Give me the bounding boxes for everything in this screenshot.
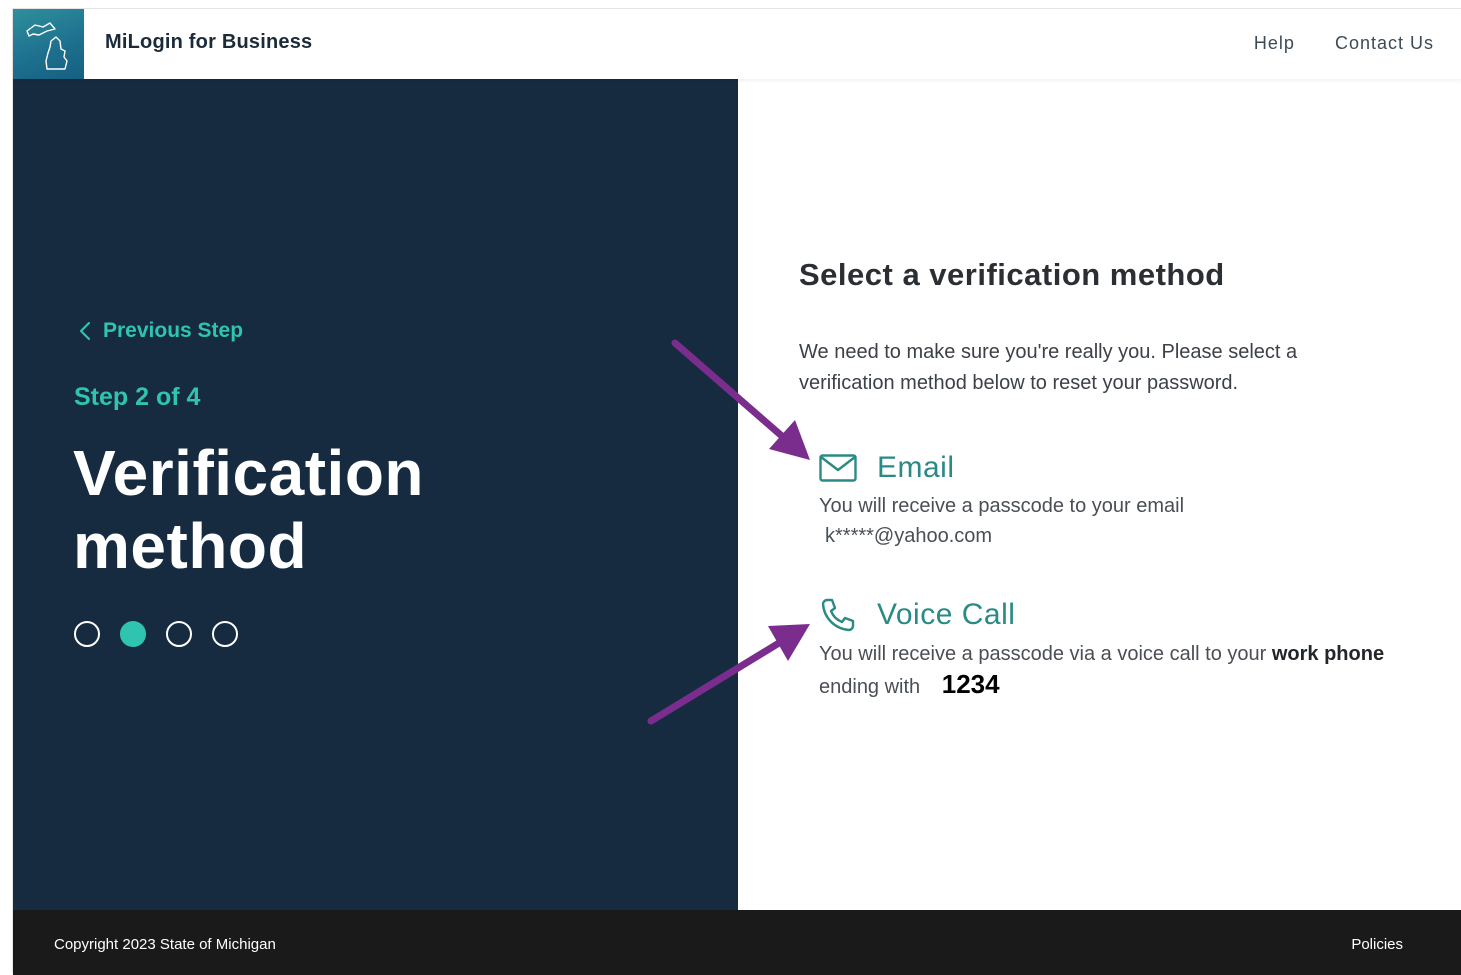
panel-title: Verification method <box>73 437 424 583</box>
email-method-title: Email <box>877 451 955 484</box>
email-method-header: Email <box>819 451 1184 485</box>
progress-dot-2 <box>120 621 146 647</box>
email-method-description: You will receive a passcode to your emai… <box>819 491 1184 551</box>
intro-text: We need to make sure you're really you. … <box>799 341 1298 394</box>
voice-method-description: You will receive a passcode via a voice … <box>819 639 1419 702</box>
policies-link[interactable]: Policies <box>1351 936 1403 953</box>
email-method-option[interactable]: Email You will receive a passcode to you… <box>819 451 1184 551</box>
help-link[interactable]: Help <box>1254 33 1295 54</box>
panel-title-line-2: method <box>73 510 308 582</box>
progress-dot-1 <box>74 621 100 647</box>
voice-desc-bold: work phone <box>1271 643 1385 665</box>
chevron-left-icon <box>79 321 91 341</box>
step-progress-dots <box>74 621 238 647</box>
previous-step-label: Previous Step <box>103 319 244 342</box>
contact-us-link[interactable]: Contact Us <box>1335 33 1434 54</box>
voice-method-header: Voice Call <box>819 597 1419 633</box>
michigan-logo[interactable] <box>13 9 84 79</box>
email-desc-text: You will receive a passcode to your emai… <box>819 495 1185 517</box>
brand-name: MiLogin for Business <box>105 31 313 53</box>
voice-method-title: Voice Call <box>877 598 1016 631</box>
phone-last-digits: 1234 <box>941 669 1000 699</box>
progress-dot-4 <box>212 621 238 647</box>
top-nav: Help Contact Us <box>1254 33 1434 54</box>
footer: Copyright 2023 State of Michigan Policie… <box>13 910 1461 975</box>
verification-content: Select a verification method We need to … <box>738 79 1461 910</box>
phone-icon <box>821 598 855 632</box>
app-frame: MiLogin for Business Help Contact Us Pre… <box>12 8 1461 975</box>
step-counter: Step 2 of 4 <box>74 383 201 411</box>
panel-title-line-1: Verification <box>73 437 424 509</box>
voice-desc-suffix: ending with <box>819 676 921 698</box>
previous-step-link[interactable]: Previous Step <box>79 319 243 343</box>
voice-call-method-option[interactable]: Voice Call You will receive a passcode v… <box>819 597 1419 702</box>
email-masked-address: k*****@yahoo.com <box>825 525 993 547</box>
voice-desc-prefix: You will receive a passcode via a voice … <box>819 643 1267 665</box>
envelope-icon <box>819 454 857 482</box>
header: MiLogin for Business Help Contact Us <box>13 9 1461 79</box>
copyright-text: Copyright 2023 State of Michigan <box>54 936 276 953</box>
progress-dot-3 <box>166 621 192 647</box>
michigan-map-icon <box>26 22 68 70</box>
page-title: Select a verification method <box>799 257 1225 292</box>
step-panel: Previous Step Step 2 of 4 Verification m… <box>13 79 738 910</box>
